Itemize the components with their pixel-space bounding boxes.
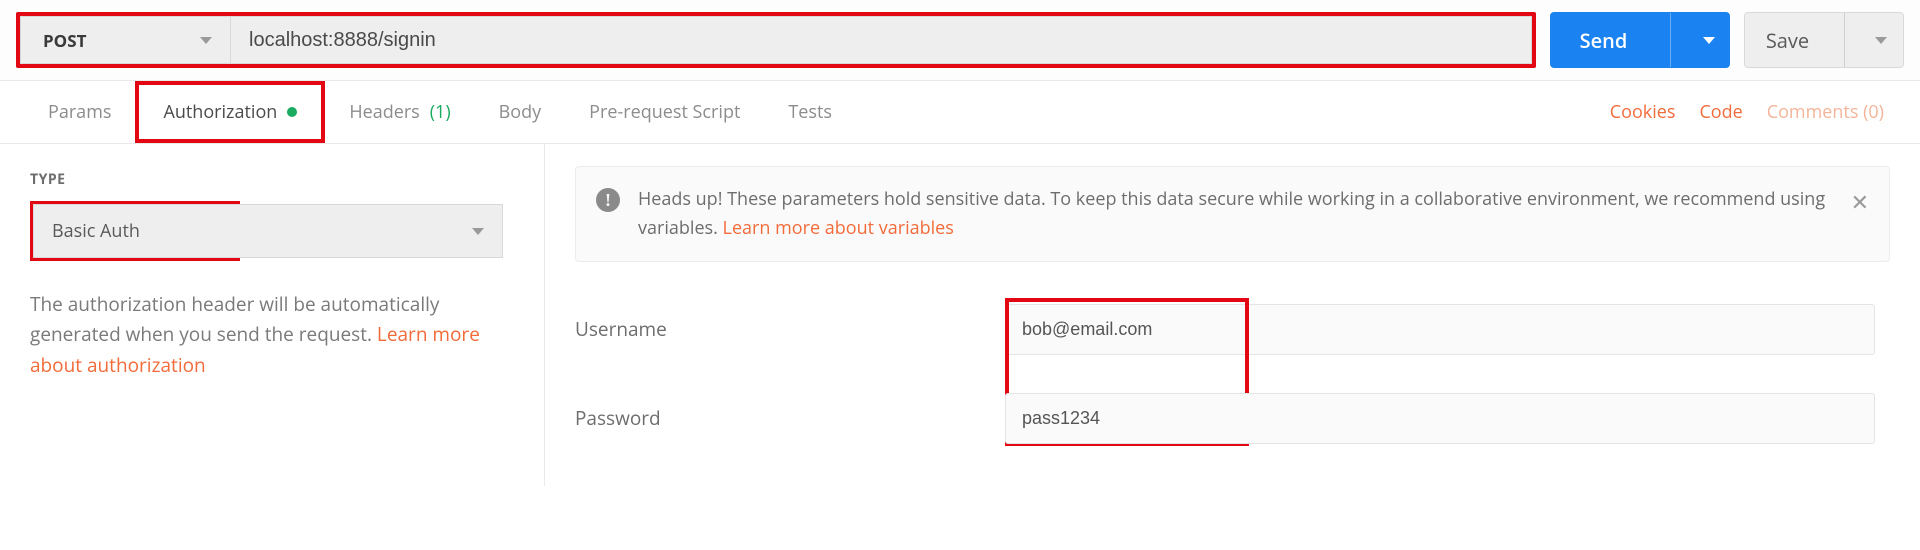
auth-type-select[interactable]: Basic Auth	[33, 204, 503, 258]
auth-type-highlight: Basic Auth	[30, 201, 240, 261]
auth-type-heading: TYPE	[30, 170, 514, 189]
username-label: Username	[575, 316, 1005, 342]
button-divider	[1670, 13, 1671, 67]
sensitive-data-notice: ! Heads up! These parameters hold sensit…	[575, 166, 1890, 262]
auth-sidebar: TYPE Basic Auth The authorization header…	[0, 144, 545, 486]
code-link[interactable]: Code	[1687, 100, 1754, 124]
tab-label: Params	[48, 100, 111, 124]
tab-authorization[interactable]: Authorization	[135, 81, 325, 143]
chevron-down-icon	[1703, 37, 1715, 44]
username-input[interactable]	[1005, 304, 1875, 355]
password-label: Password	[575, 405, 1005, 431]
send-button[interactable]: Send	[1550, 12, 1730, 68]
auth-description: The authorization header will be automat…	[30, 289, 514, 380]
send-options-toggle[interactable]	[1685, 37, 1729, 44]
password-row: Password	[575, 393, 1890, 444]
tab-headers[interactable]: Headers (1)	[325, 81, 474, 143]
credentials-highlight	[1005, 304, 1875, 355]
http-method-select[interactable]: POST	[20, 16, 230, 64]
info-icon: !	[596, 188, 620, 212]
active-dot-icon	[287, 107, 297, 117]
save-button[interactable]: Save	[1744, 12, 1904, 68]
chevron-down-icon	[200, 37, 212, 44]
auth-content: TYPE Basic Auth The authorization header…	[0, 144, 1920, 486]
tab-label: Authorization	[163, 100, 277, 124]
comments-link[interactable]: Comments (0)	[1755, 100, 1896, 124]
spacer	[575, 375, 1890, 393]
save-button-label: Save	[1745, 27, 1830, 54]
tab-label: Body	[499, 100, 542, 124]
cookies-link[interactable]: Cookies	[1598, 100, 1688, 124]
http-method-label: POST	[43, 29, 86, 52]
button-divider	[1844, 13, 1845, 67]
send-button-label: Send	[1551, 27, 1656, 54]
tab-prerequest-script[interactable]: Pre-request Script	[565, 81, 764, 143]
auth-type-value: Basic Auth	[52, 219, 140, 243]
method-url-group: POST	[16, 12, 1536, 68]
learn-more-variables-link[interactable]: Learn more about variables	[723, 216, 954, 240]
tab-label: Headers	[349, 100, 419, 124]
request-tabs: Params Authorization Headers (1) Body Pr…	[0, 80, 1920, 144]
tab-params[interactable]: Params	[24, 81, 135, 143]
auth-main-panel: ! Heads up! These parameters hold sensit…	[545, 144, 1920, 486]
headers-count: (1)	[430, 100, 451, 124]
close-icon[interactable]: ✕	[1851, 185, 1869, 220]
tab-tests[interactable]: Tests	[764, 81, 856, 143]
chevron-down-icon	[472, 228, 484, 235]
credentials-highlight	[1005, 393, 1875, 444]
notice-text: Heads up! These parameters hold sensitiv…	[638, 185, 1833, 243]
username-row: Username	[575, 304, 1890, 355]
save-options-toggle[interactable]	[1859, 37, 1903, 44]
basic-auth-form: Username Password	[575, 304, 1890, 444]
request-url-input[interactable]	[230, 16, 1532, 64]
password-input[interactable]	[1005, 393, 1875, 444]
tab-label: Tests	[788, 100, 832, 124]
chevron-down-icon	[1875, 37, 1887, 44]
tab-body[interactable]: Body	[475, 81, 566, 143]
tab-label: Pre-request Script	[589, 100, 740, 124]
request-bar: POST Send Save	[0, 0, 1920, 80]
